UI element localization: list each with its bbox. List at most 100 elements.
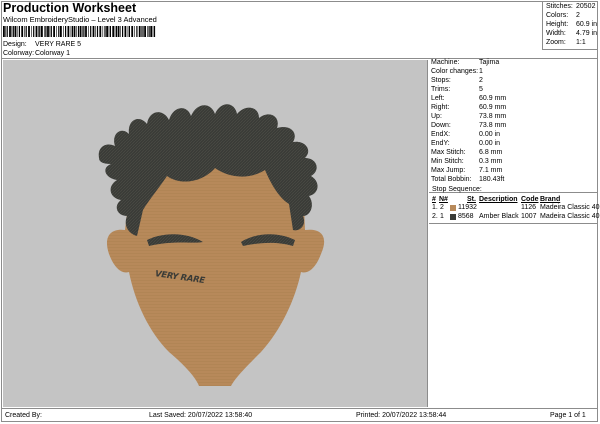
barcode-bar: [92, 26, 95, 37]
barcode-bar: [16, 26, 18, 37]
colors-value: 2: [576, 12, 580, 19]
barcode-bar: [58, 26, 60, 37]
width-value: 4.79 in: [576, 30, 598, 37]
detail-value: 60.9 mm: [479, 95, 507, 102]
thread-color-swatch: [450, 205, 456, 211]
barcode-bar: [50, 26, 52, 37]
barcode-bar: [153, 26, 156, 37]
barcode-bar: [12, 26, 14, 37]
barcode-bar: [108, 26, 110, 37]
stop-sequence-label: Stop Sequence:: [432, 186, 482, 193]
barcode-bar: [11, 26, 13, 37]
barcode-bar: [33, 26, 35, 37]
colorway-label: Colorway:: [3, 50, 35, 57]
barcode-bar: [120, 26, 121, 37]
design-name: VERY RARE 5: [35, 41, 82, 48]
page-number: Page 1 of 1: [550, 412, 586, 419]
stitches-label: Stitches:: [546, 3, 573, 10]
barcode-bar: [28, 26, 30, 37]
barcode-bar: [47, 26, 49, 37]
detail-value: 5: [479, 86, 483, 93]
barcode-bar: [45, 26, 47, 37]
barcode-bar: [35, 26, 38, 37]
barcode-bar: [152, 26, 154, 37]
barcode-bar: [5, 26, 6, 37]
seq-cell-n: 2: [440, 204, 444, 211]
barcode-bar: [53, 26, 55, 37]
barcode-bar: [14, 26, 17, 37]
barcode-bar: [24, 26, 25, 37]
seq-header-n: N#: [439, 196, 448, 203]
barcode-bar: [79, 26, 82, 37]
seq-cell-num: 1.: [432, 204, 438, 211]
barcode-bar: [83, 26, 85, 37]
barcode-bar: [60, 26, 62, 37]
barcode-bar: [38, 26, 39, 37]
sequence-bottom-divider: [429, 223, 598, 224]
seq-header-description: Description: [479, 196, 518, 203]
barcode-bar: [70, 26, 72, 37]
last-saved: Last Saved: 20/07/2022 13:58:40: [149, 412, 253, 419]
barcode-bar: [147, 26, 148, 37]
seq-cell-code: 1126: [521, 204, 537, 211]
barcode-bar: [106, 26, 108, 37]
barcode-bar: [9, 26, 11, 37]
barcode-bar: [39, 26, 41, 37]
detail-label: EndX:: [431, 131, 451, 138]
detail-value: 7.1 mm: [479, 167, 503, 174]
barcode-bar: [144, 26, 146, 37]
barcode-bar: [141, 26, 142, 37]
thread-color-swatch: [450, 214, 456, 220]
stitches-value: 20502: [576, 3, 596, 10]
detail-value: 0.3 mm: [479, 158, 503, 165]
barcode-bar: [95, 26, 96, 37]
barcode-bar: [104, 26, 106, 37]
colors-label: Colors:: [546, 12, 569, 19]
barcode-bar: [96, 26, 99, 37]
detail-label: Total Bobbin:: [431, 176, 472, 183]
barcode-bar: [49, 26, 51, 37]
page-title: Production Worksheet: [3, 1, 137, 15]
barcode-bar: [63, 26, 64, 37]
barcode-bar: [65, 26, 67, 37]
barcode-bar: [85, 26, 87, 37]
barcode-bar: [41, 26, 43, 37]
barcode-bar: [115, 26, 118, 37]
detail-label: EndY:: [431, 140, 450, 147]
barcode-bar: [90, 26, 92, 37]
seq-cell-description: Amber Black: [479, 213, 519, 220]
seq-cell-st: 8568: [458, 213, 474, 220]
seq-cell-brand: Madeira Classic 40: [540, 204, 600, 211]
barcode-bar: [127, 26, 129, 37]
barcode-bar: [112, 26, 115, 37]
barcode-bar: [150, 26, 153, 37]
barcode-bar: [88, 26, 89, 37]
barcode-bar: [73, 26, 76, 37]
barcode-bar: [18, 26, 20, 37]
barcode-bar: [124, 26, 127, 37]
barcode-bar: [131, 26, 134, 37]
barcode-bar: [109, 26, 111, 37]
seq-cell-n: 1: [440, 213, 444, 220]
height-label: Height:: [546, 21, 569, 28]
barcode-bar: [77, 26, 80, 37]
barcode-bar: [21, 26, 24, 37]
barcode-bar: [134, 26, 135, 37]
detail-label: Min Stitch:: [431, 158, 464, 165]
barcode-bar: [99, 26, 102, 37]
seq-header-code: Code: [521, 196, 539, 203]
zoom-label: Zoom:: [546, 39, 566, 46]
detail-label: Max Stitch:: [431, 149, 466, 156]
barcode-bar: [148, 26, 150, 37]
barcode-bar: [117, 26, 120, 37]
detail-value: 2: [479, 77, 483, 84]
detail-value: 180.43ft: [479, 176, 505, 183]
barcode-bar: [128, 26, 130, 37]
seq-cell-brand: Madeira Classic 40: [540, 213, 600, 220]
barcode-image: [3, 26, 156, 37]
width-label: Width:: [546, 30, 566, 37]
detail-label: Up:: [431, 113, 442, 120]
detail-value: 1: [479, 68, 483, 75]
barcode-bar: [82, 26, 83, 37]
barcode-bar: [138, 26, 141, 37]
